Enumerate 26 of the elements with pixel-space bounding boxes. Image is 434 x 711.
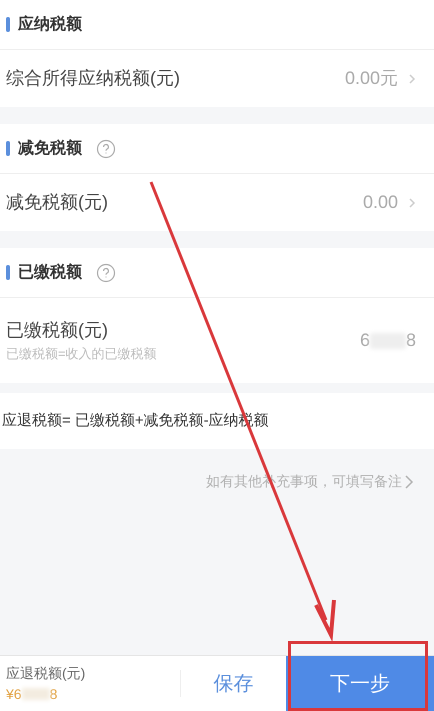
row-value: 8: [406, 329, 416, 352]
chevron-icon: [404, 474, 414, 490]
section-title: 已缴税额: [18, 262, 82, 282]
refund-label: 应退税额(元): [6, 664, 86, 683]
section-title: 应纳税额: [18, 14, 82, 34]
help-icon[interactable]: [96, 138, 116, 158]
row-value: 6: [360, 329, 370, 352]
row-value: 0.00: [362, 191, 398, 214]
form-row[interactable]: 已缴税额(元) 已缴税额=收入的已缴税额 6 8: [0, 298, 434, 383]
row-label: 减免税额(元): [6, 191, 109, 214]
redaction-blur: [22, 688, 50, 700]
row-label: 综合所得应纳税额(元): [6, 67, 181, 90]
refund-amount: 8: [50, 684, 58, 704]
help-icon[interactable]: [96, 262, 116, 282]
row-label: 已缴税额(元): [6, 319, 109, 342]
row-value: 0.00元: [344, 67, 398, 90]
section-marker: [6, 265, 10, 280]
form-row[interactable]: 综合所得应纳税额(元) 0.00元: [0, 50, 434, 107]
refund-amount: ¥6: [6, 684, 22, 704]
section-marker: [6, 17, 10, 32]
section-title: 减免税额: [18, 138, 82, 158]
row-hint: 已缴税额=收入的已缴税额: [6, 345, 158, 364]
chevron-icon: [408, 196, 416, 208]
chevron-icon: [408, 72, 416, 84]
section-marker: [6, 141, 10, 156]
form-row[interactable]: 减免税额(元) 0.00: [0, 174, 434, 231]
